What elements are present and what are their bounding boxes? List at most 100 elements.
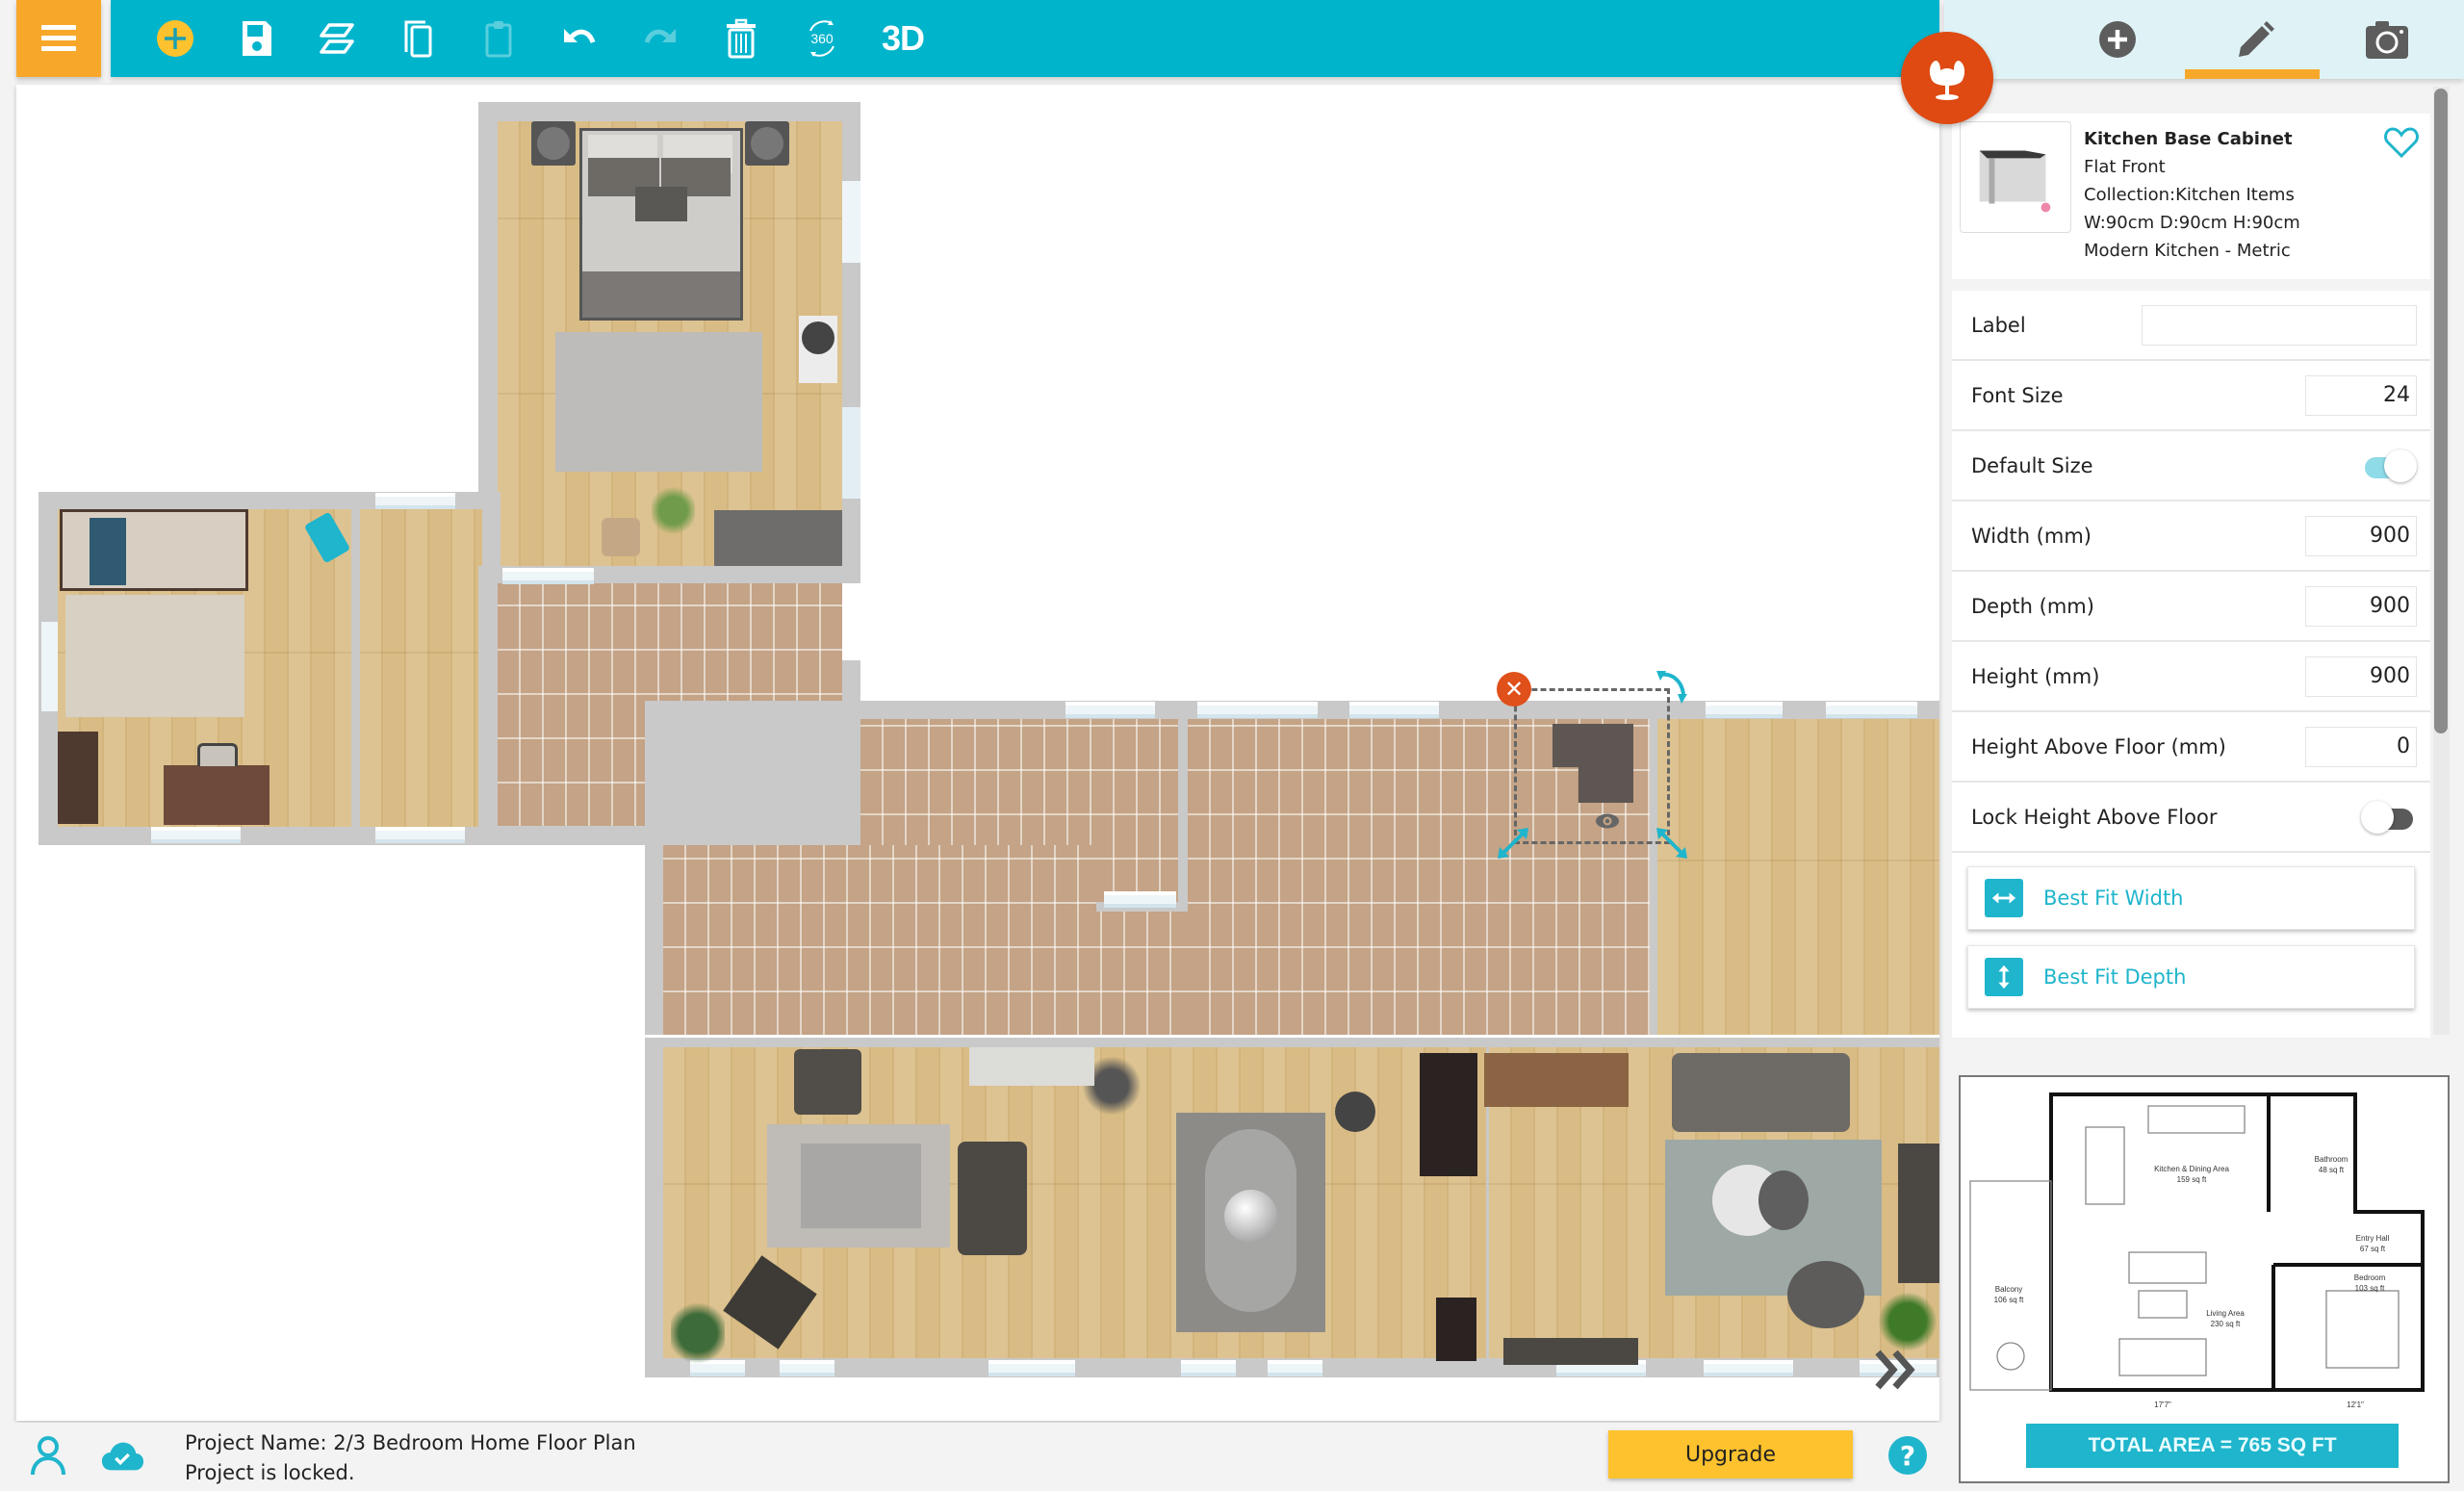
label-input[interactable] [2142, 304, 2417, 346]
font-size-input[interactable] [2305, 374, 2417, 416]
width-input[interactable] [2305, 515, 2417, 556]
window [1065, 702, 1155, 718]
dining-table[interactable] [1205, 1129, 1296, 1312]
delete-button[interactable] [701, 0, 782, 77]
tv-console[interactable] [1898, 1144, 1939, 1283]
copy-button[interactable] [377, 0, 458, 77]
plant[interactable] [671, 1300, 725, 1366]
item-name: Kitchen Base Cabinet [2084, 129, 2293, 149]
rotate-handle-icon[interactable] [1653, 667, 1691, 706]
room-pantry-2[interactable] [663, 912, 1188, 1035]
upgrade-button[interactable]: Upgrade [1608, 1430, 1853, 1478]
delete-selection-button[interactable]: ✕ [1497, 672, 1531, 707]
room-closet[interactable] [360, 509, 482, 827]
floors-button[interactable] [296, 0, 377, 77]
floor-plan-canvas[interactable]: ✕ [16, 85, 1939, 1421]
tab-edit[interactable] [2185, 0, 2320, 79]
cloud-saved-icon[interactable] [100, 1440, 144, 1473]
furniture-library-button[interactable] [1901, 32, 1993, 124]
tab-camera[interactable] [2320, 0, 2454, 79]
redo-button[interactable] [620, 0, 701, 77]
plant[interactable] [1879, 1293, 1937, 1350]
rug[interactable] [65, 595, 244, 717]
prop-height-above-floor: Height Above Floor (mm) [1952, 712, 2430, 783]
preview-room-label: Bathroom 48 sq ft [2314, 1155, 2348, 1174]
camera-icon [2366, 21, 2408, 59]
tab-add[interactable] [2050, 0, 2185, 79]
height-input[interactable] [2305, 656, 2417, 697]
chair[interactable] [602, 518, 640, 556]
speaker[interactable] [1436, 1298, 1476, 1361]
preview-room-label: Balcony 106 sq ft [1993, 1285, 2024, 1304]
fit-actions: Best Fit Width Best Fit Depth [1952, 853, 2430, 1038]
stool[interactable] [1335, 1092, 1375, 1132]
bed[interactable] [579, 128, 743, 321]
sideboard[interactable] [969, 1047, 1094, 1086]
armchair[interactable] [958, 1142, 1027, 1255]
project-info: Project Name: 2/3 Bedroom Home Floor Pla… [185, 1428, 636, 1488]
horizontal-arrows-icon [1985, 879, 2023, 917]
nightstand[interactable] [531, 121, 576, 166]
panel-scrollbar-thumb[interactable] [2434, 89, 2448, 733]
expand-panel-icon[interactable] [1874, 1349, 1922, 1391]
depth-input[interactable] [2305, 585, 2417, 627]
dresser[interactable] [714, 510, 842, 566]
save-button[interactable] [216, 0, 296, 77]
desk[interactable] [164, 765, 270, 825]
item-dimensions: W:90cm D:90cm H:90cm [2084, 213, 2300, 233]
piano[interactable] [1420, 1053, 1477, 1176]
font-size-label: Font Size [1971, 383, 2064, 407]
preview-room-label: Bedroom 103 sq ft [2353, 1273, 2386, 1293]
single-bed[interactable] [60, 509, 248, 591]
plant[interactable] [652, 484, 695, 537]
panel-tabs [1944, 0, 2464, 79]
lock-height-label: Lock Height Above Floor [1971, 805, 2218, 829]
ottoman[interactable] [1758, 1170, 1809, 1230]
bookshelf[interactable] [58, 732, 98, 824]
3d-view-label: 3D [881, 18, 925, 58]
best-fit-width-button[interactable]: Best Fit Width [1967, 866, 2415, 930]
add-button[interactable] [135, 0, 216, 77]
trash-icon [727, 18, 756, 59]
floor-plan-preview[interactable]: Kitchen & Dining Area 159 sq ft Bathroom 4… [1959, 1075, 2450, 1483]
sofa[interactable] [1672, 1053, 1850, 1132]
armchair[interactable] [794, 1049, 861, 1115]
rug[interactable] [555, 332, 762, 472]
preview-room-label: Kitchen & Dining Area 159 sq ft [2154, 1165, 2229, 1184]
plus-circle-icon [2099, 21, 2136, 58]
default-size-toggle[interactable] [2361, 449, 2417, 482]
chair-icon [1929, 61, 1965, 100]
vertical-arrows-icon [1985, 958, 2023, 996]
menu-button[interactable] [16, 0, 101, 77]
selected-item-card: Kitchen Base Cabinet Flat Front Collecti… [1952, 114, 2430, 279]
room-entry[interactable] [1657, 719, 1939, 1035]
window [1706, 702, 1783, 718]
window [1349, 702, 1439, 718]
resize-handle-icon[interactable] [1494, 824, 1532, 862]
prop-width: Width (mm) [1952, 501, 2430, 572]
3d-view-button[interactable]: 3D [862, 0, 943, 77]
help-button[interactable]: ? [1888, 1436, 1927, 1475]
desk-chair[interactable] [197, 743, 238, 766]
user-icon[interactable] [29, 1434, 67, 1477]
egg-chair[interactable] [1787, 1261, 1864, 1328]
360-view-button[interactable]: 360 [782, 0, 862, 77]
redo-icon [644, 29, 676, 43]
nightstand[interactable] [745, 121, 789, 166]
undo-button[interactable] [539, 0, 620, 77]
prop-depth: Depth (mm) [1952, 572, 2430, 642]
side-table[interactable] [799, 316, 837, 383]
visibility-icon[interactable] [1593, 807, 1622, 835]
preview-dimension: 12'1" [2347, 1401, 2364, 1409]
heart-icon[interactable] [2382, 123, 2421, 162]
best-fit-depth-button[interactable]: Best Fit Depth [1967, 945, 2415, 1009]
coffee-table[interactable] [801, 1144, 921, 1228]
paste-button[interactable] [458, 0, 539, 77]
cabinet[interactable] [1484, 1053, 1629, 1107]
window [1197, 702, 1318, 718]
lock-height-toggle[interactable] [2361, 800, 2417, 834]
preview-room-label: Living Area 230 sq ft [2206, 1309, 2245, 1328]
height-above-floor-input[interactable] [2305, 726, 2417, 767]
resize-handle-icon[interactable] [1653, 824, 1691, 862]
bench[interactable] [1503, 1338, 1638, 1365]
